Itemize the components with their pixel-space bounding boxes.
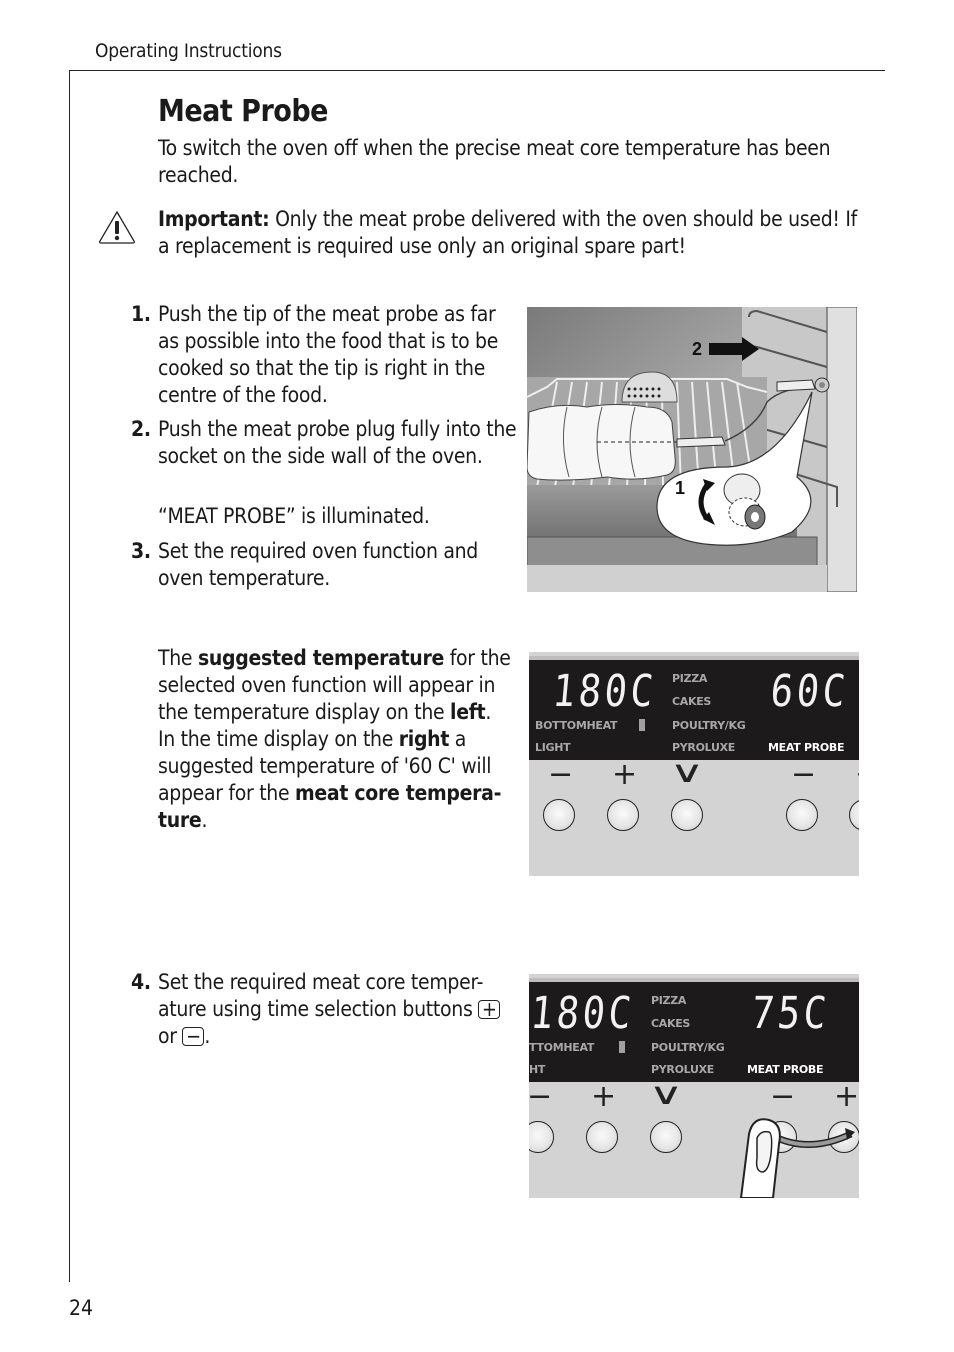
step-text: or <box>158 1024 183 1048</box>
function-select-button[interactable] <box>650 1121 682 1153</box>
time-display-right: 60C <box>768 666 851 717</box>
para-bold-right: right <box>398 727 450 751</box>
step-text: Push the meat probe plug fully into the … <box>158 417 517 468</box>
panel-display: 180C 75C PIZZA CAKES TTOMHEAT POULTRY/KG… <box>529 978 859 1082</box>
label-pyroluxe: PYROLUXE <box>672 741 735 754</box>
minus-icon: − <box>770 1079 796 1114</box>
step-1: 1. Push the tip of the meat probe as far… <box>131 301 518 409</box>
temperature-display-left: 180C <box>550 666 659 717</box>
important-label: Important: <box>158 207 270 231</box>
plus-icon: + <box>855 760 859 790</box>
temperature-display-left: 180C <box>529 988 637 1039</box>
frame-top-rule <box>69 70 885 71</box>
para-text: . <box>485 700 492 724</box>
plus-icon: + <box>612 757 638 792</box>
step-text: Set the required oven function and oven … <box>158 539 478 590</box>
step-2: 2. Push the meat probe plug fully into t… <box>131 416 518 470</box>
indicator-bar <box>619 1041 625 1053</box>
step-3: 3. Set the required oven function and ov… <box>131 538 518 592</box>
plus-button-symbol-icon: + <box>478 999 501 1019</box>
label-pizza: PIZZA <box>651 994 687 1007</box>
temperature-minus-button[interactable] <box>543 799 575 831</box>
page-number: 24 <box>69 1296 94 1320</box>
minus-icon: − <box>548 757 574 792</box>
chevron-down-icon: ∨ <box>669 755 705 790</box>
label-meat-probe: MEAT PROBE <box>747 1063 824 1076</box>
step-text: . <box>204 1024 211 1048</box>
temperature-plus-button[interactable] <box>586 1121 618 1153</box>
important-notice: Important: Only the meat probe delivered… <box>158 206 858 260</box>
intro-text: To switch the oven off when the precise … <box>158 136 831 187</box>
page-title: Meat Probe <box>158 94 328 129</box>
label-meat-probe: MEAT PROBE <box>768 741 845 754</box>
time-display-right: 75C <box>749 988 832 1039</box>
label-bottom-heat: BOTTOMHEAT <box>535 719 618 732</box>
label-cakes: CAKES <box>651 1017 691 1030</box>
step-number: 2. <box>131 417 151 441</box>
oven-probe-illustration: 2 1 <box>527 307 857 592</box>
label-bottom-heat: TTOMHEAT <box>529 1041 595 1054</box>
step-number: 4. <box>131 970 151 994</box>
frame-left-rule <box>69 70 70 1282</box>
section-header: Operating Instructions <box>95 40 282 62</box>
finger-pressing-icon <box>739 1118 855 1198</box>
step-number: 1. <box>131 302 151 326</box>
para-bold-suggested-temperature: suggested temperature <box>197 646 444 670</box>
label-cakes: CAKES <box>672 695 712 708</box>
control-panel-set-temperature: 180C 75C PIZZA CAKES TTOMHEAT POULTRY/KG… <box>529 974 859 1198</box>
illustration-label-1: 1 <box>675 478 685 498</box>
label-pizza: PIZZA <box>672 672 708 685</box>
para-bold-left: left <box>450 700 486 724</box>
step-4: 4. Set the required meat core temper-atu… <box>131 969 518 1050</box>
plus-icon: + <box>591 1079 617 1114</box>
step-2-note: “MEAT PROBE” is illuminated. <box>158 504 430 528</box>
oven-interior-drawing: 2 1 <box>527 307 857 592</box>
chevron-down-icon: ∨ <box>648 1077 684 1112</box>
temperature-plus-button[interactable] <box>607 799 639 831</box>
step-text: Push the tip of the meat probe as far as… <box>158 302 499 407</box>
warning-triangle-icon <box>99 210 135 244</box>
para-text: The <box>158 646 198 670</box>
time-minus-button[interactable] <box>786 799 818 831</box>
label-poultry: POULTRY/KG <box>672 719 746 732</box>
indicator-bar <box>639 719 645 731</box>
function-select-button[interactable] <box>671 799 703 831</box>
label-pyroluxe: PYROLUXE <box>651 1063 714 1076</box>
minus-icon: − <box>791 757 817 792</box>
label-poultry: POULTRY/KG <box>651 1041 725 1054</box>
step-text: Set the required meat core temper-ature … <box>158 970 484 1021</box>
panel-display: 180C 60C PIZZA CAKES BOTTOMHEAT POULTRY/… <box>529 656 859 760</box>
illustration-label-2: 2 <box>692 339 702 359</box>
control-panel-suggested: 180C 60C PIZZA CAKES BOTTOMHEAT POULTRY/… <box>529 652 859 876</box>
suggested-temperature-paragraph: The suggested temperature for the select… <box>158 645 523 834</box>
para-text: In the time display on the <box>158 727 399 751</box>
plus-icon: + <box>834 1079 859 1114</box>
minus-icon: − <box>529 1079 553 1114</box>
label-light: HT <box>529 1063 546 1076</box>
step-number: 3. <box>131 539 151 563</box>
para-text: . <box>201 808 208 832</box>
label-light: LIGHT <box>535 741 571 754</box>
minus-button-symbol-icon: − <box>182 1026 205 1046</box>
